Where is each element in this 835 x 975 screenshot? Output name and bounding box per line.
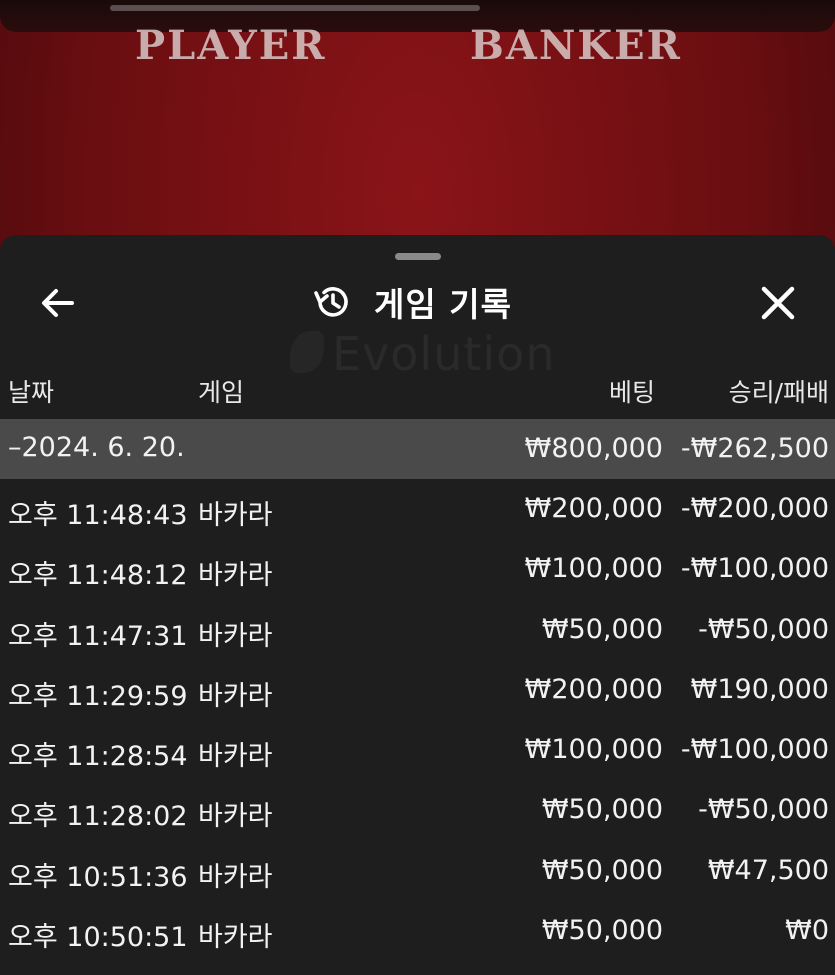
table-column-headers: 날짜 게임 베팅 승리/패배 xyxy=(0,365,835,411)
row-bet: ₩50,000 xyxy=(541,613,663,645)
history-table: –2024. 6. 20. ₩800,000 -₩262,500 오후 11:4… xyxy=(0,419,835,961)
row-bet: ₩100,000 xyxy=(524,553,663,585)
date-summary-row[interactable]: –2024. 6. 20. ₩800,000 -₩262,500 xyxy=(0,419,835,479)
row-game: 바카라 xyxy=(198,861,273,893)
table-row[interactable]: 오후 10:51:36 바카라 ₩50,000 ₩47,500 xyxy=(0,841,835,901)
video-top-bar xyxy=(0,0,835,32)
row-game: 바카라 xyxy=(198,801,273,833)
row-bet: ₩50,000 xyxy=(541,915,663,947)
row-game: 바카라 xyxy=(198,922,273,954)
row-bet: ₩200,000 xyxy=(524,493,663,524)
table-row[interactable]: 오후 11:48:12 바카라 ₩100,000 -₩100,000 xyxy=(0,539,835,599)
summary-result: -₩262,500 xyxy=(680,433,829,464)
row-game: 바카라 xyxy=(198,680,273,712)
row-time: 오후 10:51:36 xyxy=(8,861,188,893)
row-result: -₩50,000 xyxy=(698,794,829,826)
row-time: 오후 11:28:54 xyxy=(8,741,188,773)
row-time: 오후 11:28:02 xyxy=(8,801,188,833)
row-result: ₩47,500 xyxy=(707,854,829,886)
row-bet: ₩50,000 xyxy=(541,854,663,886)
row-result: -₩100,000 xyxy=(680,553,829,585)
row-bet: ₩100,000 xyxy=(524,734,663,766)
table-row[interactable]: 오후 11:48:43 바카라 ₩200,000 -₩200,000 xyxy=(0,479,835,539)
row-result: -₩100,000 xyxy=(680,734,829,766)
arrow-left-icon xyxy=(42,289,74,317)
progress-slot xyxy=(110,5,480,11)
row-result: -₩200,000 xyxy=(680,493,829,524)
row-bet: ₩200,000 xyxy=(524,673,663,705)
row-time: 오후 11:48:43 xyxy=(8,500,188,531)
summary-bet: ₩800,000 xyxy=(524,433,663,464)
table-row[interactable]: 오후 11:29:59 바카라 ₩200,000 ₩190,000 xyxy=(0,660,835,720)
row-game: 바카라 xyxy=(198,500,273,531)
column-header-result: 승리/패배 xyxy=(728,378,829,407)
row-bet: ₩50,000 xyxy=(541,794,663,826)
back-button[interactable] xyxy=(36,281,80,325)
drag-handle[interactable] xyxy=(395,253,441,260)
close-icon xyxy=(761,286,795,320)
game-history-sheet: Evolution 게임 기록 날짜 게임 베팅 승리/패배 –2024. 6.… xyxy=(0,235,835,975)
row-time: 오후 11:48:12 xyxy=(8,560,188,592)
banker-table-label: BANKER xyxy=(470,22,682,69)
table-row[interactable]: 오후 11:28:02 바카라 ₩50,000 -₩50,000 xyxy=(0,780,835,840)
column-header-game: 게임 xyxy=(198,378,245,407)
sheet-header: 게임 기록 xyxy=(0,271,835,331)
row-time: 오후 11:47:31 xyxy=(8,620,188,652)
table-row[interactable]: 오후 11:47:31 바카라 ₩50,000 -₩50,000 xyxy=(0,600,835,660)
row-result: ₩0 xyxy=(785,915,829,947)
column-header-date: 날짜 xyxy=(8,378,55,407)
sheet-title-group: 게임 기록 xyxy=(312,277,512,327)
history-clock-icon xyxy=(314,287,348,317)
game-screen: PLAYER BANKER Evolution 게임 기록 날짜 게임 베팅 승… xyxy=(0,0,835,975)
row-game: 바카라 xyxy=(198,741,273,773)
row-time: 오후 11:29:59 xyxy=(8,680,188,712)
column-header-bet: 베팅 xyxy=(608,378,655,407)
sheet-title: 게임 기록 xyxy=(374,285,512,324)
close-button[interactable] xyxy=(756,281,800,325)
row-time: 오후 10:50:51 xyxy=(8,922,188,954)
row-game: 바카라 xyxy=(198,620,273,652)
summary-date: –2024. 6. 20. xyxy=(8,432,185,463)
table-row[interactable]: 오후 11:28:54 바카라 ₩100,000 -₩100,000 xyxy=(0,720,835,780)
row-game: 바카라 xyxy=(198,560,273,592)
row-result: -₩50,000 xyxy=(698,613,829,645)
player-table-label: PLAYER xyxy=(135,22,327,69)
row-result: ₩190,000 xyxy=(690,673,829,705)
table-row[interactable]: 오후 10:50:51 바카라 ₩50,000 ₩0 xyxy=(0,901,835,961)
